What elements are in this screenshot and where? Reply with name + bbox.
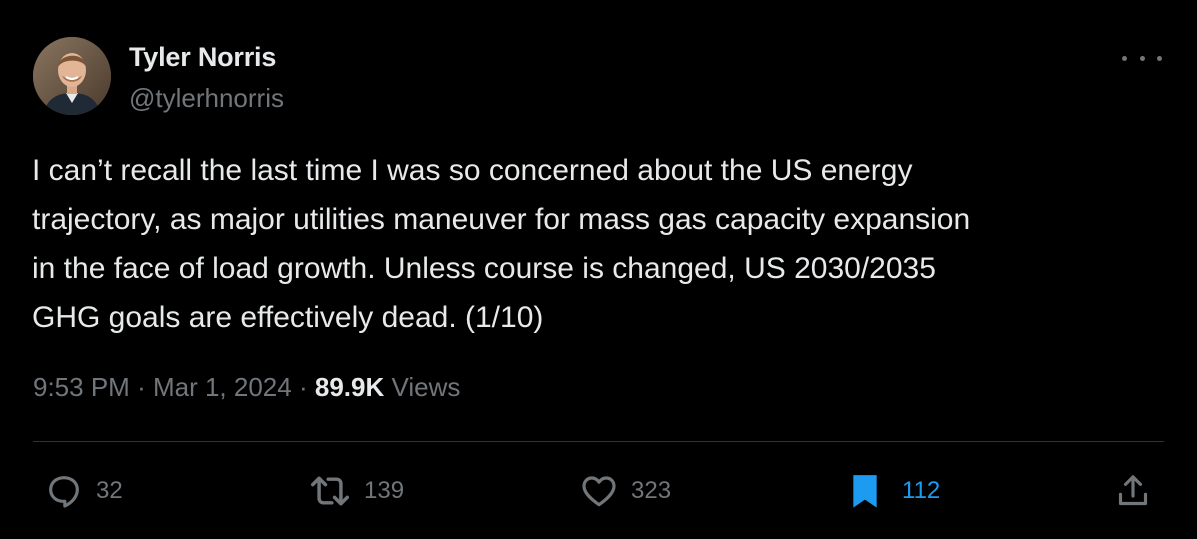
heart-icon (582, 476, 616, 507)
more-dot (1139, 55, 1145, 61)
repost-count: 139 (364, 477, 405, 504)
tweet-time[interactable]: 9:53 PM (33, 372, 130, 402)
bookmark-count: 112 (902, 477, 941, 504)
bookmark-icon (853, 475, 877, 508)
reply-button[interactable]: 32 (44, 471, 123, 511)
more-options-icon[interactable] (1122, 48, 1162, 68)
like-count: 323 (631, 477, 672, 504)
author-avatar[interactable] (33, 37, 111, 115)
repost-button[interactable]: 139 (308, 471, 404, 511)
divider (33, 441, 1164, 442)
share-button[interactable] (1113, 471, 1153, 511)
tweet-text: I can’t recall the last time I was so co… (32, 154, 971, 334)
views-count: 89.9K (314, 372, 385, 402)
author-handle[interactable]: @tylerhnorris (129, 83, 284, 114)
more-dot (1122, 55, 1127, 61)
like-button[interactable]: 323 (579, 471, 671, 511)
share-icon (1118, 475, 1148, 506)
avatar-image (33, 37, 111, 115)
tweet-meta: 9:53 PM · Mar 1, 2024 · 89.9K Views (33, 372, 460, 403)
reply-count: 32 (96, 477, 123, 504)
tweet-date[interactable]: Mar 1, 2024 (153, 372, 292, 402)
meta-separator: · (298, 372, 308, 402)
bookmark-button[interactable]: 112 (848, 471, 940, 511)
reply-bubble-icon (49, 476, 79, 508)
more-dot (1157, 55, 1162, 61)
meta-separator: · (137, 372, 146, 402)
views-label: Views (391, 372, 461, 402)
repost-icon (311, 476, 349, 506)
author-display-name[interactable]: Tyler Norris (129, 42, 276, 73)
